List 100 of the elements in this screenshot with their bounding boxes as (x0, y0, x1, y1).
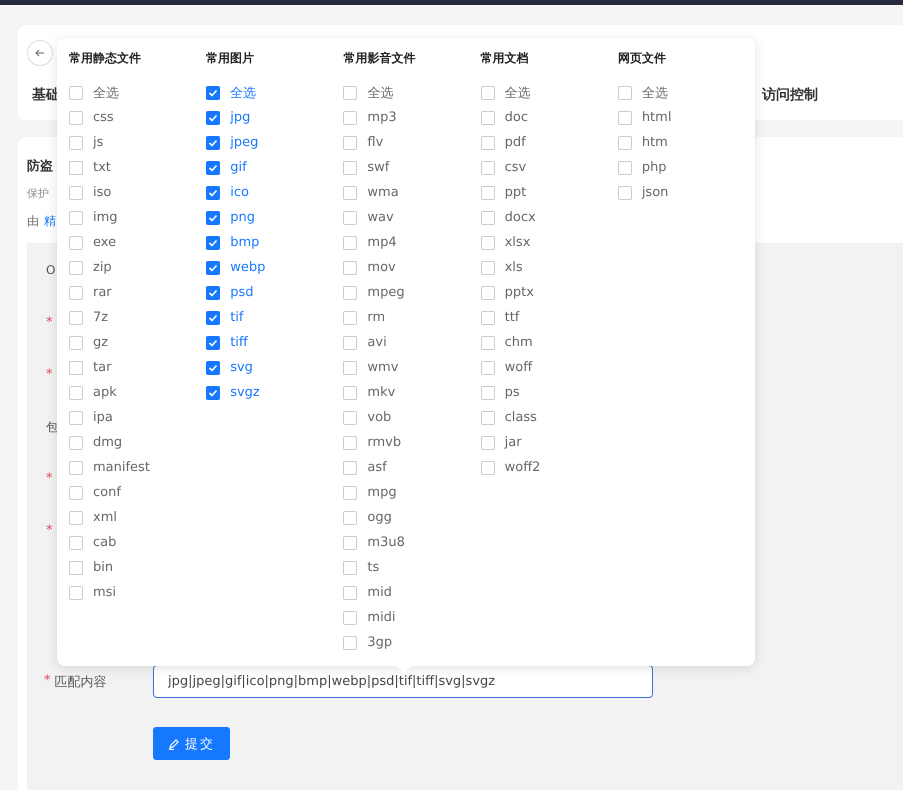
file-type-checkbox[interactable]: class (480, 405, 618, 430)
check-icon (208, 162, 218, 172)
file-type-checkbox[interactable]: mp4 (343, 230, 481, 255)
file-type-checkbox[interactable]: ico (206, 180, 344, 205)
required-mark: * (46, 523, 52, 538)
select-all-checkbox[interactable]: 全选 (343, 80, 481, 105)
file-type-checkbox[interactable]: xls (480, 255, 618, 280)
file-type-checkbox[interactable]: css (69, 105, 206, 130)
select-all-checkbox[interactable]: 全选 (618, 80, 756, 105)
file-type-checkbox[interactable]: asf (343, 455, 481, 480)
file-type-checkbox[interactable]: apk (69, 380, 206, 405)
form-label: 包 (46, 419, 58, 436)
file-type-checkbox[interactable]: exe (69, 230, 206, 255)
file-type-checkbox[interactable]: mp3 (343, 105, 481, 130)
file-type-checkbox[interactable]: ts (343, 555, 481, 580)
file-type-checkbox[interactable]: ipa (69, 405, 206, 430)
source-prefix: 由 (27, 213, 39, 230)
file-type-checkbox[interactable]: woff (480, 355, 618, 380)
back-button[interactable] (27, 40, 53, 66)
file-type-checkbox[interactable]: txt (69, 155, 206, 180)
file-type-checkbox[interactable]: vob (343, 405, 481, 430)
file-type-checkbox[interactable]: cab (69, 530, 206, 555)
file-type-checkbox[interactable]: 7z (69, 305, 206, 330)
file-type-checkbox[interactable]: xlsx (480, 230, 618, 255)
file-type-checkbox[interactable]: html (618, 105, 756, 130)
file-type-checkbox[interactable]: csv (480, 155, 618, 180)
file-type-checkbox[interactable]: wma (343, 180, 481, 205)
file-type-checkbox[interactable]: avi (343, 330, 481, 355)
file-type-checkbox[interactable]: dmg (69, 430, 206, 455)
match-input-field[interactable]: jpg|jpeg|gif|ico|png|bmp|webp|psd|tif|tiff|svg|svgz (153, 665, 653, 698)
select-all-checkbox[interactable]: 全选 (206, 80, 344, 105)
file-type-checkbox[interactable]: rmvb (343, 430, 481, 455)
file-type-checkbox[interactable]: mov (343, 255, 481, 280)
file-type-checkbox[interactable]: flv (343, 130, 481, 155)
file-type-checkbox[interactable]: pptx (480, 280, 618, 305)
check-icon (208, 212, 218, 222)
file-type-checkbox[interactable]: iso (69, 180, 206, 205)
file-type-checkbox[interactable]: ppt (480, 180, 618, 205)
file-type-checkbox[interactable]: docx (480, 205, 618, 230)
required-mark: * (46, 471, 52, 486)
form-label: 匹配内容 (54, 674, 106, 690)
file-type-checkbox[interactable]: psd (206, 280, 344, 305)
column-title: 网页文件 (618, 50, 667, 67)
file-type-checkbox[interactable]: mid (343, 580, 481, 605)
file-type-checkbox[interactable]: svg (206, 355, 344, 380)
check-icon (208, 188, 218, 198)
check-icon (208, 288, 218, 298)
file-type-checkbox[interactable]: wav (343, 205, 481, 230)
file-type-checkbox[interactable]: xml (69, 505, 206, 530)
file-type-checkbox[interactable]: bin (69, 555, 206, 580)
file-type-checkbox[interactable]: manifest (69, 455, 206, 480)
file-type-checkbox[interactable]: webp (206, 255, 344, 280)
form-label: O (46, 263, 56, 277)
select-all-checkbox[interactable]: 全选 (480, 80, 618, 105)
check-icon (208, 88, 218, 98)
file-type-checkbox[interactable]: tiff (206, 330, 344, 355)
file-type-checkbox[interactable]: php (618, 155, 756, 180)
file-type-checkbox[interactable]: chm (480, 330, 618, 355)
select-all-checkbox[interactable]: 全选 (69, 80, 206, 105)
file-type-checkbox[interactable]: tif (206, 305, 344, 330)
file-type-checkbox[interactable]: jar (480, 430, 618, 455)
file-type-checkbox[interactable]: ttf (480, 305, 618, 330)
file-type-checkbox[interactable]: gz (69, 330, 206, 355)
file-type-checkbox[interactable]: mpeg (343, 280, 481, 305)
file-type-checkbox[interactable]: svgz (206, 380, 344, 405)
file-type-checkbox[interactable]: img (69, 205, 206, 230)
required-mark: * (46, 315, 52, 330)
tab[interactable]: 访问控制 (762, 86, 818, 104)
file-type-checkbox[interactable]: rar (69, 280, 206, 305)
file-type-checkbox[interactable]: mpg (343, 480, 481, 505)
submit-button[interactable]: 提交 (153, 727, 230, 760)
file-type-checkbox[interactable]: png (206, 205, 344, 230)
file-type-checkbox[interactable]: ogg (343, 505, 481, 530)
file-type-checkbox[interactable]: json (618, 180, 756, 205)
file-type-checkbox[interactable]: gif (206, 155, 344, 180)
file-type-checkbox[interactable]: js (69, 130, 206, 155)
file-type-checkbox[interactable]: ps (480, 380, 618, 405)
file-type-checkbox[interactable]: jpeg (206, 130, 344, 155)
column-title: 常用影音文件 (343, 50, 416, 67)
check-icon (208, 312, 218, 322)
file-type-checkbox[interactable]: bmp (206, 230, 344, 255)
source-link[interactable]: 精 (44, 213, 56, 230)
file-type-checkbox[interactable]: swf (343, 155, 481, 180)
file-type-checkbox[interactable]: rm (343, 305, 481, 330)
file-type-checkbox[interactable]: zip (69, 255, 206, 280)
file-type-checkbox[interactable]: doc (480, 105, 618, 130)
file-type-checkbox[interactable]: htm (618, 130, 756, 155)
file-type-checkbox[interactable]: jpg (206, 105, 344, 130)
file-type-checkbox[interactable]: mkv (343, 380, 481, 405)
file-type-checkbox[interactable]: tar (69, 355, 206, 380)
file-type-checkbox[interactable]: pdf (480, 130, 618, 155)
file-type-checkbox[interactable]: msi (69, 580, 206, 605)
file-type-checkbox[interactable]: wmv (343, 355, 481, 380)
file-type-checkbox[interactable]: woff2 (480, 455, 618, 480)
file-type-checkbox[interactable]: m3u8 (343, 530, 481, 555)
file-type-checkbox[interactable]: conf (69, 480, 206, 505)
check-icon (208, 138, 218, 148)
file-type-checkbox[interactable]: midi (343, 605, 481, 630)
file-type-checkbox[interactable]: 3gp (343, 630, 481, 655)
back-arrow-icon (35, 48, 45, 58)
